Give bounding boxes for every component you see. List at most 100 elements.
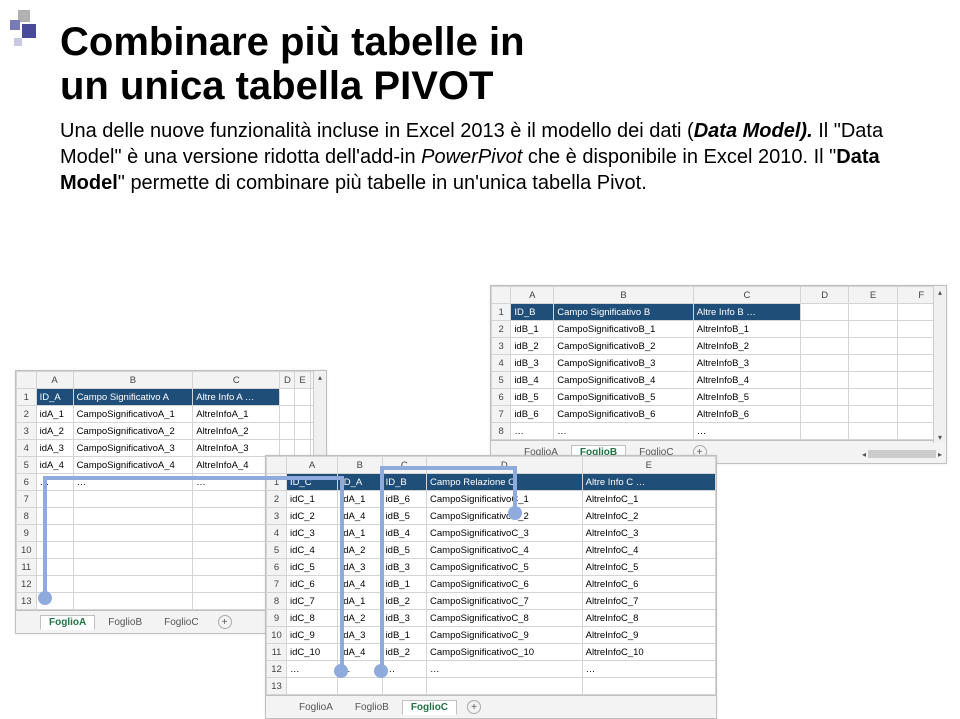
table-cell[interactable]: idB_2	[382, 593, 426, 610]
table-cell[interactable]: AltreInfoA_1	[193, 406, 280, 423]
table-cell[interactable]: idB_6	[382, 491, 426, 508]
table-cell[interactable]: idB_5	[382, 542, 426, 559]
table-cell[interactable]: idA_1	[338, 525, 382, 542]
row-number[interactable]: 7	[492, 406, 511, 423]
col-letter[interactable]: A	[36, 372, 73, 389]
col-letter[interactable]: C	[693, 287, 800, 304]
row-number[interactable]: 4	[267, 525, 287, 542]
row-number[interactable]: 6	[17, 474, 37, 491]
table-header[interactable]: ID_A	[338, 474, 382, 491]
sheet-tab[interactable]: FoglioC	[402, 700, 457, 715]
row-number[interactable]: 3	[267, 508, 287, 525]
row-number[interactable]: 5	[17, 457, 37, 474]
row-number[interactable]: 7	[17, 491, 37, 508]
table-header[interactable]: ID_B	[382, 474, 426, 491]
table-cell[interactable]: idB_4	[511, 372, 554, 389]
row-number[interactable]: 11	[267, 644, 287, 661]
table-cell[interactable]: CampoSignificativoC_4	[427, 542, 583, 559]
table-cell[interactable]: CampoSignificativoC_3	[427, 525, 583, 542]
table-cell[interactable]: AltreInfoB_4	[693, 372, 800, 389]
col-letter[interactable]: D	[801, 287, 849, 304]
table-cell[interactable]: idA_3	[338, 627, 382, 644]
table-cell[interactable]: CampoSignificativoC_10	[427, 644, 583, 661]
row-number[interactable]: 1	[17, 389, 37, 406]
table-cell[interactable]: AltreInfoC_1	[582, 491, 715, 508]
table-cell[interactable]: AltreInfoB_1	[693, 321, 800, 338]
table-cell[interactable]: CampoSignificativoB_6	[554, 406, 694, 423]
table-cell[interactable]: idA_1	[36, 406, 73, 423]
table-cell[interactable]: idA_3	[36, 440, 73, 457]
table-cell[interactable]: CampoSignificativoC_1	[427, 491, 583, 508]
row-number[interactable]: 13	[17, 593, 37, 610]
table-cell[interactable]: idB_6	[511, 406, 554, 423]
table-cell[interactable]: idC_2	[287, 508, 338, 525]
table-header[interactable]: ID_B	[511, 304, 554, 321]
table-cell[interactable]: …	[287, 661, 338, 678]
table-header[interactable]: Campo Relazione C	[427, 474, 583, 491]
table-cell[interactable]: idB_2	[511, 338, 554, 355]
table-cell[interactable]: …	[582, 661, 715, 678]
row-number[interactable]: 1	[492, 304, 511, 321]
table-cell[interactable]: CampoSignificativoC_7	[427, 593, 583, 610]
table-cell[interactable]: CampoSignificativoB_5	[554, 389, 694, 406]
sheet-tab[interactable]: FoglioB	[346, 700, 398, 715]
table-cell[interactable]: idB_1	[511, 321, 554, 338]
col-letter[interactable]: E	[582, 457, 715, 474]
table-cell[interactable]: …	[36, 474, 73, 491]
table-cell[interactable]: idB_5	[511, 389, 554, 406]
sheet-tab[interactable]: FoglioC	[155, 615, 207, 630]
table-cell[interactable]: AltreInfoC_7	[582, 593, 715, 610]
table-cell[interactable]: idA_4	[338, 508, 382, 525]
row-number[interactable]: 2	[17, 406, 37, 423]
row-number[interactable]: 13	[267, 678, 287, 695]
col-letter[interactable]: B	[554, 287, 694, 304]
table-cell[interactable]: idA_4	[338, 644, 382, 661]
table-cell[interactable]: idC_1	[287, 491, 338, 508]
table-cell[interactable]: idC_7	[287, 593, 338, 610]
col-letter[interactable]: A	[287, 457, 338, 474]
table-cell[interactable]: CampoSignificativoA_1	[73, 406, 193, 423]
table-cell[interactable]: idC_3	[287, 525, 338, 542]
table-cell[interactable]: AltreInfoC_3	[582, 525, 715, 542]
row-number[interactable]: 12	[17, 576, 37, 593]
row-number[interactable]: 11	[17, 559, 37, 576]
sheet-tab[interactable]: FoglioA	[40, 615, 95, 630]
table-cell[interactable]: CampoSignificativoA_2	[73, 423, 193, 440]
col-letter[interactable]: A	[511, 287, 554, 304]
horizontal-scrollbar[interactable]: ◂▸	[858, 445, 946, 463]
vertical-scrollbar[interactable]: ▴▾	[933, 286, 946, 443]
table-cell[interactable]: CampoSignificativoC_2	[427, 508, 583, 525]
row-number[interactable]: 10	[267, 627, 287, 644]
table-header[interactable]: Altre Info C …	[582, 474, 715, 491]
table-header[interactable]: Campo Significativo A	[73, 389, 193, 406]
table-cell[interactable]: idA_3	[338, 559, 382, 576]
table-cell[interactable]: idA_1	[338, 491, 382, 508]
table-header[interactable]: Altre Info A …	[193, 389, 280, 406]
row-number[interactable]: 8	[17, 508, 37, 525]
table-cell[interactable]: AltreInfoC_5	[582, 559, 715, 576]
add-sheet-button[interactable]: +	[467, 700, 481, 714]
col-letter[interactable]: D	[280, 372, 295, 389]
col-letter[interactable]: D	[427, 457, 583, 474]
table-cell[interactable]: CampoSignificativoB_2	[554, 338, 694, 355]
table-cell[interactable]: idA_4	[338, 576, 382, 593]
table-cell[interactable]: idB_3	[511, 355, 554, 372]
table-cell[interactable]: CampoSignificativoC_8	[427, 610, 583, 627]
row-number[interactable]: 8	[492, 423, 511, 440]
table-cell[interactable]: CampoSignificativoA_4	[73, 457, 193, 474]
table-cell[interactable]: …	[693, 423, 800, 440]
table-cell[interactable]: AltreInfoB_5	[693, 389, 800, 406]
table-header[interactable]: Campo Significativo B	[554, 304, 694, 321]
table-cell[interactable]: CampoSignificativoB_1	[554, 321, 694, 338]
table-cell[interactable]: …	[427, 661, 583, 678]
table-cell[interactable]: idC_8	[287, 610, 338, 627]
table-cell[interactable]: idB_5	[382, 508, 426, 525]
table-cell[interactable]: AltreInfoB_3	[693, 355, 800, 372]
table-cell[interactable]: AltreInfoB_6	[693, 406, 800, 423]
table-cell[interactable]: idC_6	[287, 576, 338, 593]
table-cell[interactable]: CampoSignificativoC_5	[427, 559, 583, 576]
table-cell[interactable]: …	[338, 661, 382, 678]
row-number[interactable]: 2	[492, 321, 511, 338]
table-cell[interactable]: CampoSignificativoC_6	[427, 576, 583, 593]
sheet-tab[interactable]: FoglioB	[99, 615, 151, 630]
